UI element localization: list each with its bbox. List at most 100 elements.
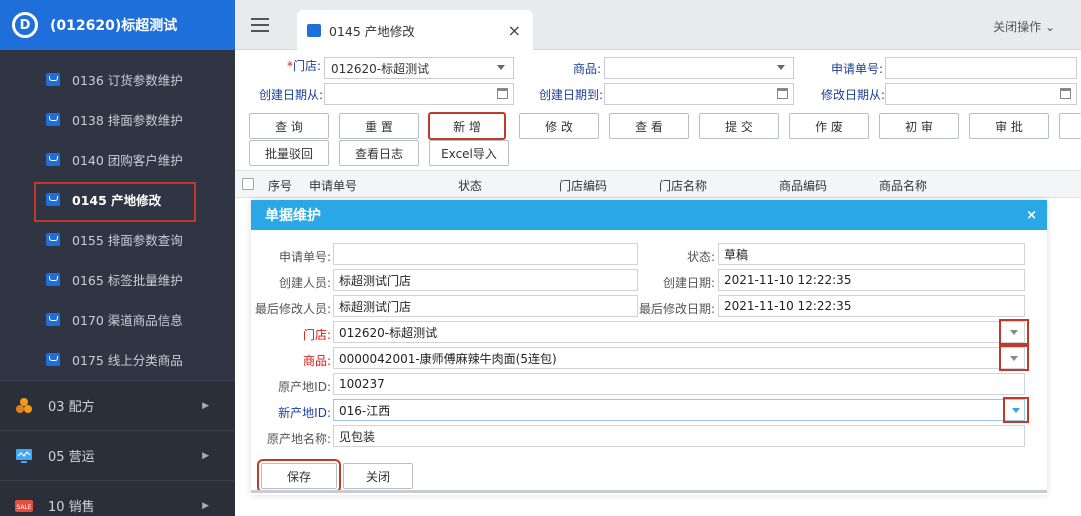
store-filter-select[interactable]: 012620-标超测试 (324, 57, 514, 79)
sidebar-item-0140[interactable]: 0140 团购客户维护 (0, 139, 235, 179)
last-modifier-input: 标超测试门店 (333, 295, 638, 317)
modified-from-input[interactable] (885, 83, 1077, 105)
sidebar-group-sales[interactable]: SALE 10 销售 ▶ (0, 480, 235, 516)
sidebar-item-label: 0165 标签批量维护 (72, 272, 183, 288)
chevron-down-icon (497, 65, 505, 70)
close-operations-dropdown[interactable]: 关闭操作 ⌄ (993, 18, 1055, 35)
cart-icon (46, 312, 60, 326)
first-review-button[interactable]: 初 审 (879, 113, 959, 139)
chevron-right-icon: ▶ (202, 400, 209, 411)
chevron-down-icon (1010, 329, 1018, 335)
tab-label: 0145 产地修改 (329, 23, 415, 39)
document-maintenance-dialog: 单据维护 × 申请单号: 状态: 草稿 创建人员: 标超测试门店 创建日期: 2… (251, 200, 1047, 495)
col-status: 状态 (458, 179, 483, 193)
col-index: 序号 (268, 179, 293, 193)
sale-tag-icon: SALE (14, 496, 34, 516)
created-to-input[interactable] (604, 83, 794, 105)
last-modified-input: 2021-11-10 12:22:35 (718, 295, 1025, 317)
cart-icon (46, 112, 60, 126)
excel-import-button[interactable]: Excel导入 (429, 140, 509, 166)
origin-name-label: 原产地名称: (266, 432, 331, 446)
created-date-input: 2021-11-10 12:22:35 (718, 269, 1025, 291)
apply-no-input[interactable] (333, 243, 638, 265)
dialog-title: 单据维护 (265, 208, 321, 224)
calendar-icon[interactable] (1060, 88, 1071, 99)
product-dropdown-button[interactable] (999, 345, 1029, 371)
view-button[interactable]: 查 看 (609, 113, 689, 139)
product-select[interactable]: 0000042001-康师傅麻辣牛肉面(5连包) (333, 347, 1025, 369)
sidebar-item-0138[interactable]: 0138 排面参数维护 (0, 99, 235, 139)
cart-icon (46, 152, 60, 166)
status-label: 状态: (686, 250, 715, 264)
sidebar-item-0170[interactable]: 0170 渠道商品信息 (0, 299, 235, 339)
sidebar-group-label: 03 配方 (48, 400, 95, 415)
sidebar: D (012620)标超测试 0136 订货参数维护 0138 排面参数维护 0… (0, 0, 235, 516)
col-product-name: 商品名称 (879, 179, 928, 193)
store-dropdown-button[interactable] (999, 319, 1029, 345)
save-button[interactable]: 保存 (257, 459, 341, 493)
sidebar-item-0155[interactable]: 0155 排面参数查询 (0, 219, 235, 259)
reset-button[interactable]: 重 置 (339, 113, 419, 139)
product-filter-select[interactable] (604, 57, 794, 79)
sidebar-group-recipe[interactable]: 03 配方 ▶ (0, 380, 235, 430)
brand-title: (012620)标超测试 (50, 18, 178, 34)
apply-no-filter-input[interactable] (885, 57, 1077, 79)
sidebar-item-0175[interactable]: 0175 线上分类商品 (0, 339, 235, 379)
tab-0145[interactable]: 0145 产地修改 × (297, 10, 533, 50)
cart-icon (46, 232, 60, 246)
apply-no-filter-label: 申请单号: (830, 62, 883, 76)
chevron-down-icon (1012, 407, 1020, 413)
sidebar-item-label: 0155 排面参数查询 (72, 232, 183, 248)
calendar-icon[interactable] (777, 88, 788, 99)
table-header: 序号 申请单号 状态 门店编码 门店名称 商品编码 商品名称 (235, 170, 1081, 198)
batch-reject-button[interactable]: 批量驳回 (249, 140, 329, 166)
apply-no-label: 申请单号: (278, 250, 331, 264)
sidebar-item-label: 0136 订货参数维护 (72, 72, 183, 88)
submit-button[interactable]: 提 交 (699, 113, 779, 139)
sidebar-group-operations[interactable]: 05 营运 ▶ (0, 430, 235, 480)
sidebar-item-0145[interactable]: 0145 产地修改 (0, 179, 235, 222)
store-select[interactable]: 012620-标超测试 (333, 321, 1025, 343)
cart-icon (46, 72, 60, 86)
tab-close-icon[interactable]: × (508, 21, 521, 40)
col-apply-no: 申请单号 (309, 179, 358, 193)
col-store-name: 门店名称 (659, 179, 708, 193)
created-date-label: 创建日期: (662, 276, 715, 290)
cart-icon (46, 272, 60, 286)
monitor-icon (14, 446, 34, 466)
brand-header: D (012620)标超测试 (0, 0, 235, 50)
dialog-bottom-divider (251, 490, 1047, 493)
view-log-button[interactable]: 查看日志 (339, 140, 419, 166)
top-bar: 0145 产地修改 × 关闭操作 ⌄ (235, 0, 1081, 50)
void-button[interactable]: 作 废 (789, 113, 869, 139)
approve-button[interactable]: 审 批 (969, 113, 1049, 139)
new-origin-dropdown-button[interactable] (1003, 397, 1029, 423)
sidebar-item-0136[interactable]: 0136 订货参数维护 (0, 59, 235, 99)
calendar-icon[interactable] (497, 88, 508, 99)
add-button[interactable]: 新 增 (428, 112, 506, 140)
modified-from-label: 修改日期从: (820, 88, 885, 102)
creator-input: 标超测试门店 (333, 269, 638, 291)
query-button[interactable]: 查 询 (249, 113, 329, 139)
dialog-close-icon[interactable]: × (1026, 208, 1037, 223)
svg-text:SALE: SALE (16, 504, 31, 511)
col-product-code: 商品编码 (779, 179, 828, 193)
new-origin-id-label: 新产地ID: (278, 406, 331, 420)
new-origin-id-select[interactable]: 016-江西 (333, 399, 1025, 421)
cart-icon (46, 352, 60, 366)
more-button[interactable] (1059, 113, 1081, 139)
created-from-input[interactable] (324, 83, 514, 105)
product-filter-label: 商品: (572, 62, 601, 76)
sidebar-item-label: 0175 线上分类商品 (72, 352, 183, 368)
sidebar-menu: 0136 订货参数维护 0138 排面参数维护 0140 团购客户维护 0145… (0, 50, 235, 379)
modify-button[interactable]: 修 改 (519, 113, 599, 139)
hamburger-menu-icon[interactable] (251, 18, 269, 32)
close-button[interactable]: 关闭 (343, 463, 413, 489)
sidebar-item-0165[interactable]: 0165 标签批量维护 (0, 259, 235, 299)
select-all-checkbox[interactable] (242, 178, 254, 190)
chevron-down-icon (777, 65, 785, 70)
sidebar-group-label: 05 营运 (48, 450, 95, 465)
sidebar-item-label: 0170 渠道商品信息 (72, 312, 183, 328)
sidebar-item-label: 0145 产地修改 (72, 192, 162, 208)
sidebar-item-label: 0138 排面参数维护 (72, 112, 183, 128)
